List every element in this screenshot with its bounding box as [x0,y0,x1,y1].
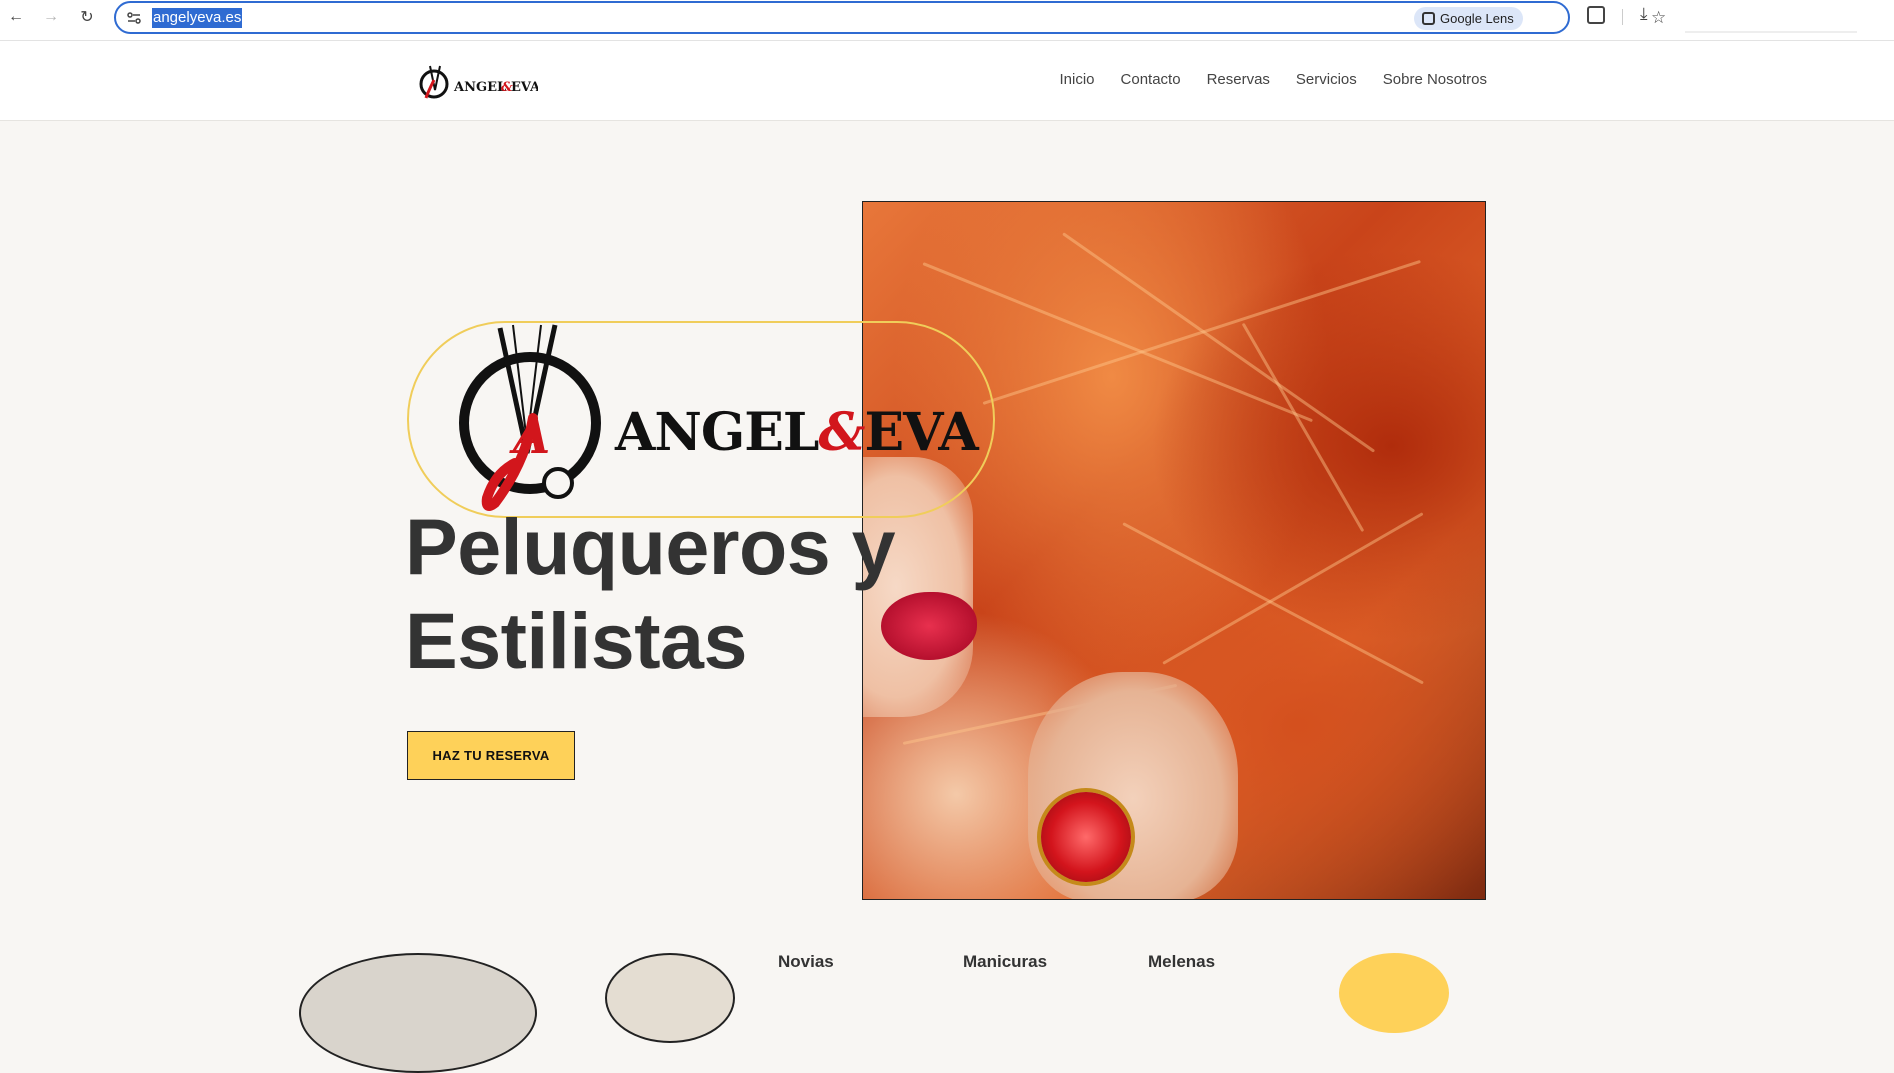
nav-servicios[interactable]: Servicios [1296,71,1357,88]
nav-contacto[interactable]: Contacto [1121,71,1181,88]
google-lens-label: Google Lens [1440,11,1514,26]
forward-arrow-icon[interactable]: → [40,6,62,28]
hero-title-line2: Estilistas [405,596,747,685]
toolbar-divider [1622,9,1623,25]
reload-icon[interactable]: ↻ [76,6,98,28]
download-icon[interactable]: ⤓ [1640,4,1648,24]
toolbar-placeholder [1685,31,1857,33]
extensions-icon[interactable] [1587,6,1605,24]
brand-ampersand: & [818,402,865,463]
brand-word-eva: EVA [864,402,978,463]
svg-text:EVA: EVA [511,80,538,95]
svg-text:A: A [509,409,550,465]
nav-reservas[interactable]: Reservas [1207,71,1270,88]
svg-text:ANGEL: ANGEL [453,80,506,95]
service-image-2[interactable] [605,953,735,1043]
site-logo[interactable]: ANGEL & EVA [418,60,541,104]
hero-image-red-hair [862,201,1486,900]
nav-sobre-nosotros[interactable]: Sobre Nosotros [1383,71,1487,88]
main-nav: Inicio Contacto Reservas Servicios Sobre… [1059,71,1487,88]
site-info-icon[interactable] [125,9,143,27]
red-lips [881,592,977,660]
nav-inicio[interactable]: Inicio [1059,71,1094,88]
bookmark-star-icon[interactable]: ☆ [1651,8,1666,28]
yellow-decorative-circle [1339,953,1449,1033]
service-novias[interactable]: Novias [778,952,834,972]
service-image-1[interactable] [299,953,537,1073]
book-now-button[interactable]: HAZ TU RESERVA [407,731,575,780]
service-manicuras[interactable]: Manicuras [963,952,1047,972]
google-lens-button[interactable]: Google Lens [1414,7,1523,30]
browser-toolbar: ← → ↻ angelyeva.es Google Lens ☆ ⤓ [0,0,1894,41]
address-bar[interactable]: angelyeva.es Google Lens ☆ [114,1,1666,34]
brand-word-angel: ANGEL [615,402,819,463]
hero-title-line1: Peluqueros y [405,502,896,591]
site-header: ANGEL & EVA Inicio Contacto Reservas Ser… [0,41,1894,121]
brand-scissors-mark: A [455,323,605,513]
hero-title: Peluqueros y Estilistas [405,500,896,688]
url-text[interactable]: angelyeva.es [152,8,243,28]
brand-wordmark: ANGEL&EVA [615,402,979,463]
lens-icon [1422,12,1435,25]
red-ring [1041,792,1131,882]
back-arrow-icon[interactable]: ← [5,6,27,28]
service-melenas[interactable]: Melenas [1148,952,1215,972]
